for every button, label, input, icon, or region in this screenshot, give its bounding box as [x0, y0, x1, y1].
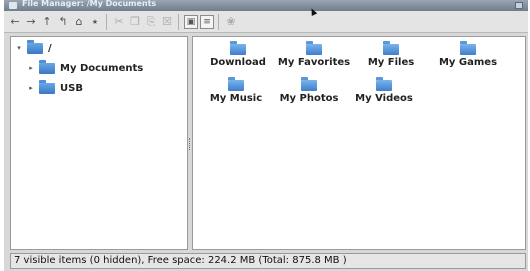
status-bar: 7 visible items (0 hidden), Free space: … — [10, 253, 526, 269]
toolbar-separator — [106, 14, 107, 30]
folder-icon — [228, 77, 244, 91]
folder-icon — [306, 41, 322, 55]
file-manager-window: File Manager: /My Documents ← → ↑ ↰ ⌂ ⭑ … — [4, 0, 528, 271]
status-text: 7 visible items (0 hidden), Free space: … — [14, 255, 347, 266]
copy-icon[interactable]: ❐ — [128, 15, 142, 29]
window-title: File Manager: /My Documents — [22, 0, 157, 8]
tree-item-my-documents[interactable]: ▸ My Documents — [27, 59, 144, 76]
folder-icon — [39, 79, 55, 94]
tree-item-label: My Documents — [60, 62, 144, 74]
toolbar: ← → ↑ ↰ ⌂ ⭑ ✂ ❐ ⎘ ☒ ▣ ≡ ❀ — [4, 11, 528, 33]
up-icon[interactable]: ↑ — [40, 15, 54, 29]
file-item-label: My Photos — [279, 93, 339, 104]
home-icon[interactable]: ⌂ — [72, 15, 86, 29]
toolbar-separator — [178, 14, 179, 30]
folder-icon — [301, 77, 317, 91]
forward-icon[interactable]: → — [24, 15, 38, 29]
tree-item-label: USB — [60, 82, 83, 94]
lightbulb-icon[interactable]: ❀ — [224, 15, 238, 29]
folder-icon — [460, 41, 476, 55]
back-icon[interactable]: ← — [8, 15, 22, 29]
folder-icon — [27, 39, 43, 54]
toolbar-separator — [218, 14, 219, 30]
file-item-my-favorites[interactable]: My Favorites — [277, 41, 351, 68]
view-list-icon[interactable]: ≡ — [200, 15, 214, 29]
file-item-label: My Favorites — [277, 57, 351, 68]
cut-icon[interactable]: ✂ — [112, 15, 126, 29]
file-item-my-photos[interactable]: My Photos — [272, 77, 346, 104]
chevron-right-icon[interactable]: ▸ — [27, 84, 35, 92]
folder-icon — [376, 77, 392, 91]
chevron-right-icon[interactable]: ▸ — [27, 64, 35, 72]
app-icon — [9, 2, 17, 9]
file-item-download[interactable]: Download — [201, 41, 275, 68]
view-icons-icon[interactable]: ▣ — [184, 15, 198, 29]
folder-tree: ▾ / ▸ My Documents ▸ USB — [10, 36, 188, 250]
tree-item-usb[interactable]: ▸ USB — [27, 79, 83, 96]
new-folder-icon[interactable]: ⭑ — [88, 15, 102, 29]
folder-icon — [383, 41, 399, 55]
parent-folder-icon[interactable]: ↰ — [56, 15, 70, 29]
title-bar[interactable]: File Manager: /My Documents — [4, 0, 528, 11]
file-item-my-music[interactable]: My Music — [199, 77, 273, 104]
file-item-label: My Games — [438, 57, 498, 68]
trash-icon[interactable]: ☒ — [160, 15, 174, 29]
file-item-label: Download — [210, 57, 266, 68]
file-item-my-videos[interactable]: My Videos — [347, 77, 421, 104]
tree-item-root[interactable]: ▾ / — [15, 39, 52, 56]
file-item-label: My Videos — [355, 93, 413, 104]
paste-icon[interactable]: ⎘ — [144, 15, 158, 29]
chevron-down-icon[interactable]: ▾ — [15, 44, 23, 52]
file-view: Download My Favorites My Files My Games … — [192, 36, 526, 250]
folder-icon — [230, 41, 246, 55]
folder-icon — [39, 59, 55, 74]
file-item-label: My Files — [367, 57, 415, 68]
close-icon[interactable] — [515, 2, 523, 9]
file-item-my-files[interactable]: My Files — [354, 41, 428, 68]
file-item-label: My Music — [209, 93, 263, 104]
tree-item-label: / — [48, 42, 52, 54]
file-item-my-games[interactable]: My Games — [431, 41, 505, 68]
